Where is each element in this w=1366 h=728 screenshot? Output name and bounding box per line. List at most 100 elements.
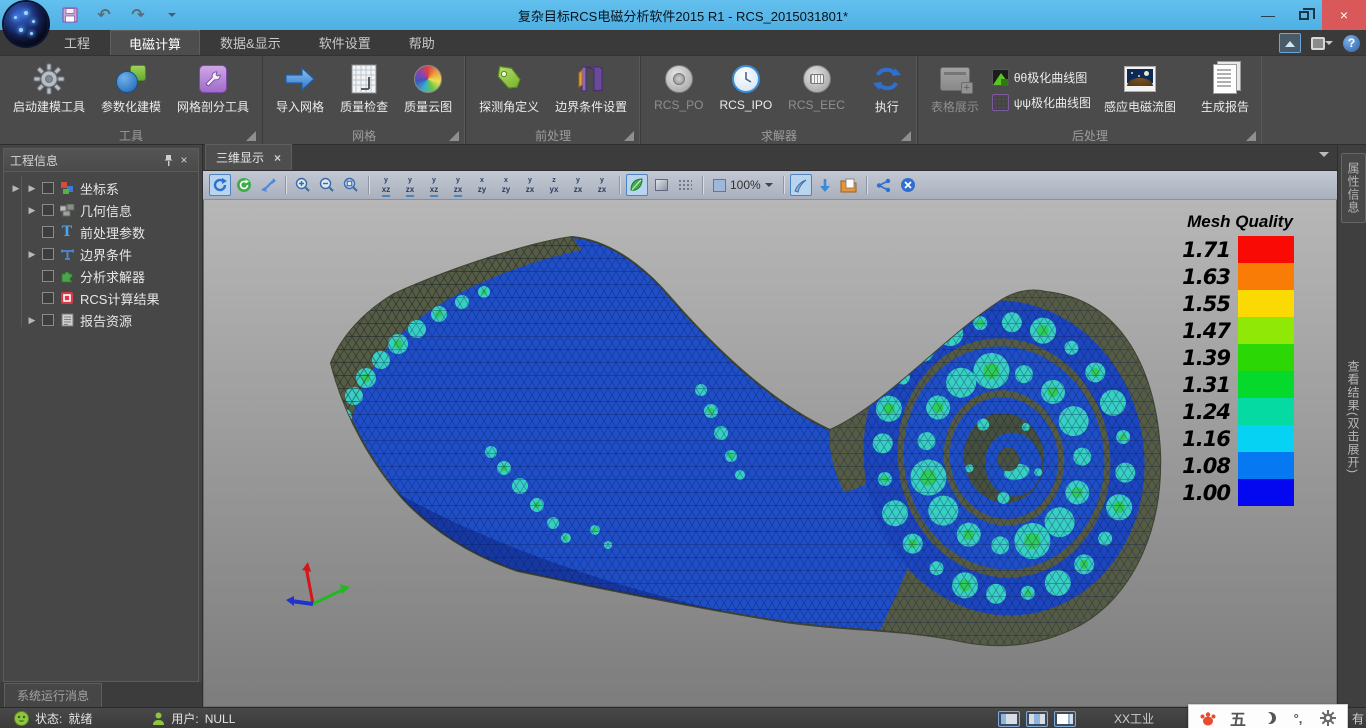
minimize-button[interactable]: — (1250, 0, 1286, 30)
wireframe-view-button[interactable] (650, 174, 672, 196)
help-icon[interactable]: ? (1343, 35, 1360, 52)
ime-settings-gear-icon[interactable] (1319, 707, 1337, 728)
zoom-in-button[interactable] (292, 174, 314, 196)
view-iso-2-button[interactable]: zyx (543, 174, 565, 196)
share-export-button[interactable] (873, 174, 895, 196)
tab-data-display[interactable]: 数据&显示 (202, 30, 299, 55)
redo-button[interactable]: ↷ (128, 5, 148, 25)
save-button[interactable] (60, 5, 80, 25)
rcs-ipo-button[interactable]: RCS_IPO (712, 59, 779, 113)
spin-rotate-button[interactable] (233, 174, 255, 196)
quality-check-button[interactable]: 质量检查 (333, 59, 395, 116)
tree-item-rcs-results[interactable]: RCS计算结果 (6, 287, 198, 309)
mesh-view-button[interactable] (674, 174, 696, 196)
rcs-po-button[interactable]: RCS_PO (647, 59, 710, 113)
psi-polarization-curve-button[interactable]: ψψ极化曲线图 (988, 92, 1095, 113)
snapshot-folder-button[interactable] (838, 174, 860, 196)
dialog-launcher-icon[interactable] (449, 131, 459, 141)
viewport-canvas[interactable]: Mesh Quality 1.71 1.63 1.55 1.47 1.39 1.… (203, 200, 1337, 707)
shaded-view-button[interactable] (626, 174, 648, 196)
view-xz-front-button[interactable]: yxz (375, 174, 397, 196)
tree-checkbox[interactable] (42, 182, 54, 194)
expand-arrow-icon[interactable]: ▶ (27, 249, 37, 260)
tree-item-boundary-conditions[interactable]: ▶ 边界条件 (6, 243, 198, 265)
import-view-button[interactable] (814, 174, 836, 196)
induced-current-map-button[interactable]: 感应电磁流图 (1097, 59, 1183, 116)
tree-checkbox[interactable] (42, 314, 54, 326)
expand-arrow-icon[interactable]: ▶ (27, 183, 37, 194)
parametric-modeling-button[interactable]: 参数化建模 (94, 59, 168, 116)
ime-wubi-mode[interactable]: 五 (1229, 707, 1247, 728)
view-iso-1-button[interactable]: yzx (519, 174, 541, 196)
pan-button[interactable] (257, 174, 279, 196)
launch-modeling-tool-button[interactable]: 启动建模工具 (6, 59, 92, 116)
boundary-condition-settings-button[interactable]: 边界条件设置 (548, 59, 634, 116)
ime-moon-icon[interactable] (1259, 707, 1277, 728)
view-iso-3-button[interactable]: yzx (567, 174, 589, 196)
import-mesh-button[interactable]: 导入网格 (269, 59, 331, 116)
pin-icon[interactable] (160, 152, 176, 168)
probe-angle-define-button[interactable]: 探测角定义 (472, 59, 546, 116)
tree-checkbox[interactable] (42, 226, 54, 238)
layout-left-button[interactable] (998, 711, 1020, 727)
view-zx-back-button[interactable]: yzx (399, 174, 421, 196)
button-label: 质量云图 (404, 98, 452, 115)
collapse-ribbon-button[interactable] (1279, 33, 1301, 53)
tab-software-settings[interactable]: 软件设置 (301, 30, 389, 55)
system-messages-tab[interactable]: 系统运行消息 (4, 683, 102, 707)
tree-checkbox[interactable] (42, 248, 54, 260)
tab-close-icon[interactable]: × (274, 151, 281, 165)
orbit-rotate-button[interactable] (209, 174, 231, 196)
table-display-button[interactable]: + 表格展示 (924, 59, 986, 116)
view-zy-left-button[interactable]: xzy (471, 174, 493, 196)
expand-arrow-icon[interactable]: ▶ (27, 315, 37, 326)
view-zy-right-button[interactable]: xzy (495, 174, 517, 196)
theta-polarization-curve-button[interactable]: θθ极化曲线图 (988, 67, 1095, 88)
expand-arrow-icon[interactable]: ▶ (27, 205, 37, 216)
legend-swatch (1238, 344, 1294, 371)
mesh-partition-tool-button[interactable]: 网格剖分工具 (170, 59, 256, 116)
zoom-fit-button[interactable] (340, 174, 362, 196)
zoom-out-button[interactable] (316, 174, 338, 196)
tab-list-dropdown-icon[interactable] (1319, 152, 1329, 162)
tree-checkbox[interactable] (42, 292, 54, 304)
qat-dropdown-icon[interactable] (162, 5, 182, 25)
tree-checkbox[interactable] (42, 204, 54, 216)
rcs-eec-button[interactable]: RCS_EEC (781, 59, 852, 113)
ime-punctuation-mode[interactable]: °, (1289, 707, 1307, 728)
view-zx-bottom-button[interactable]: yzx (447, 174, 469, 196)
undo-button[interactable]: ↶ (94, 5, 114, 25)
layout-center-button[interactable] (1026, 711, 1048, 727)
dialog-launcher-icon[interactable] (1246, 131, 1256, 141)
view-results-tab[interactable]: 查看结果(双击展开) (1345, 360, 1362, 474)
delete-view-button[interactable] (897, 174, 919, 196)
dialog-launcher-icon[interactable] (246, 131, 256, 141)
tree-checkbox[interactable] (42, 270, 54, 282)
generate-report-button[interactable]: 生成报告 (1194, 59, 1256, 116)
quality-cloud-map-button[interactable]: 质量云图 (397, 59, 459, 116)
tree-item-preprocess-params[interactable]: T 前处理参数 (6, 221, 198, 243)
execute-button[interactable]: 执行 (863, 59, 911, 116)
tree-item-report-resources[interactable]: ▶ 报告资源 (6, 309, 198, 331)
tab-help[interactable]: 帮助 (391, 30, 453, 55)
ime-paw-icon[interactable] (1199, 707, 1217, 728)
layout-right-button[interactable] (1054, 711, 1076, 727)
view-iso-4-button[interactable]: yzx (591, 174, 613, 196)
restore-button[interactable] (1286, 0, 1322, 30)
tab-em-computation[interactable]: 电磁计算 (110, 30, 200, 55)
select-tool-button[interactable] (790, 174, 812, 196)
property-info-tab[interactable]: 属性信息 (1341, 153, 1366, 223)
tree-item-coordinate-system[interactable]: ▶ ▶ 坐标系 (6, 177, 198, 199)
dialog-launcher-icon[interactable] (624, 131, 634, 141)
tab-engineering[interactable]: 工程 (46, 30, 108, 55)
close-button[interactable]: × (1322, 0, 1366, 30)
display-mode-button[interactable] (1311, 33, 1333, 53)
tree-item-analysis-solver[interactable]: 分析求解器 (6, 265, 198, 287)
close-icon[interactable]: × (176, 152, 192, 168)
view-xz-top-button[interactable]: yxz (423, 174, 445, 196)
app-logo-icon[interactable] (4, 2, 48, 46)
tab-3d-display[interactable]: 三维显示 × (205, 144, 292, 170)
dialog-launcher-icon[interactable] (901, 131, 911, 141)
tree-item-geometry-info[interactable]: ▶ 几何信息 (6, 199, 198, 221)
zoom-level-dropdown[interactable]: 100% (709, 174, 777, 196)
